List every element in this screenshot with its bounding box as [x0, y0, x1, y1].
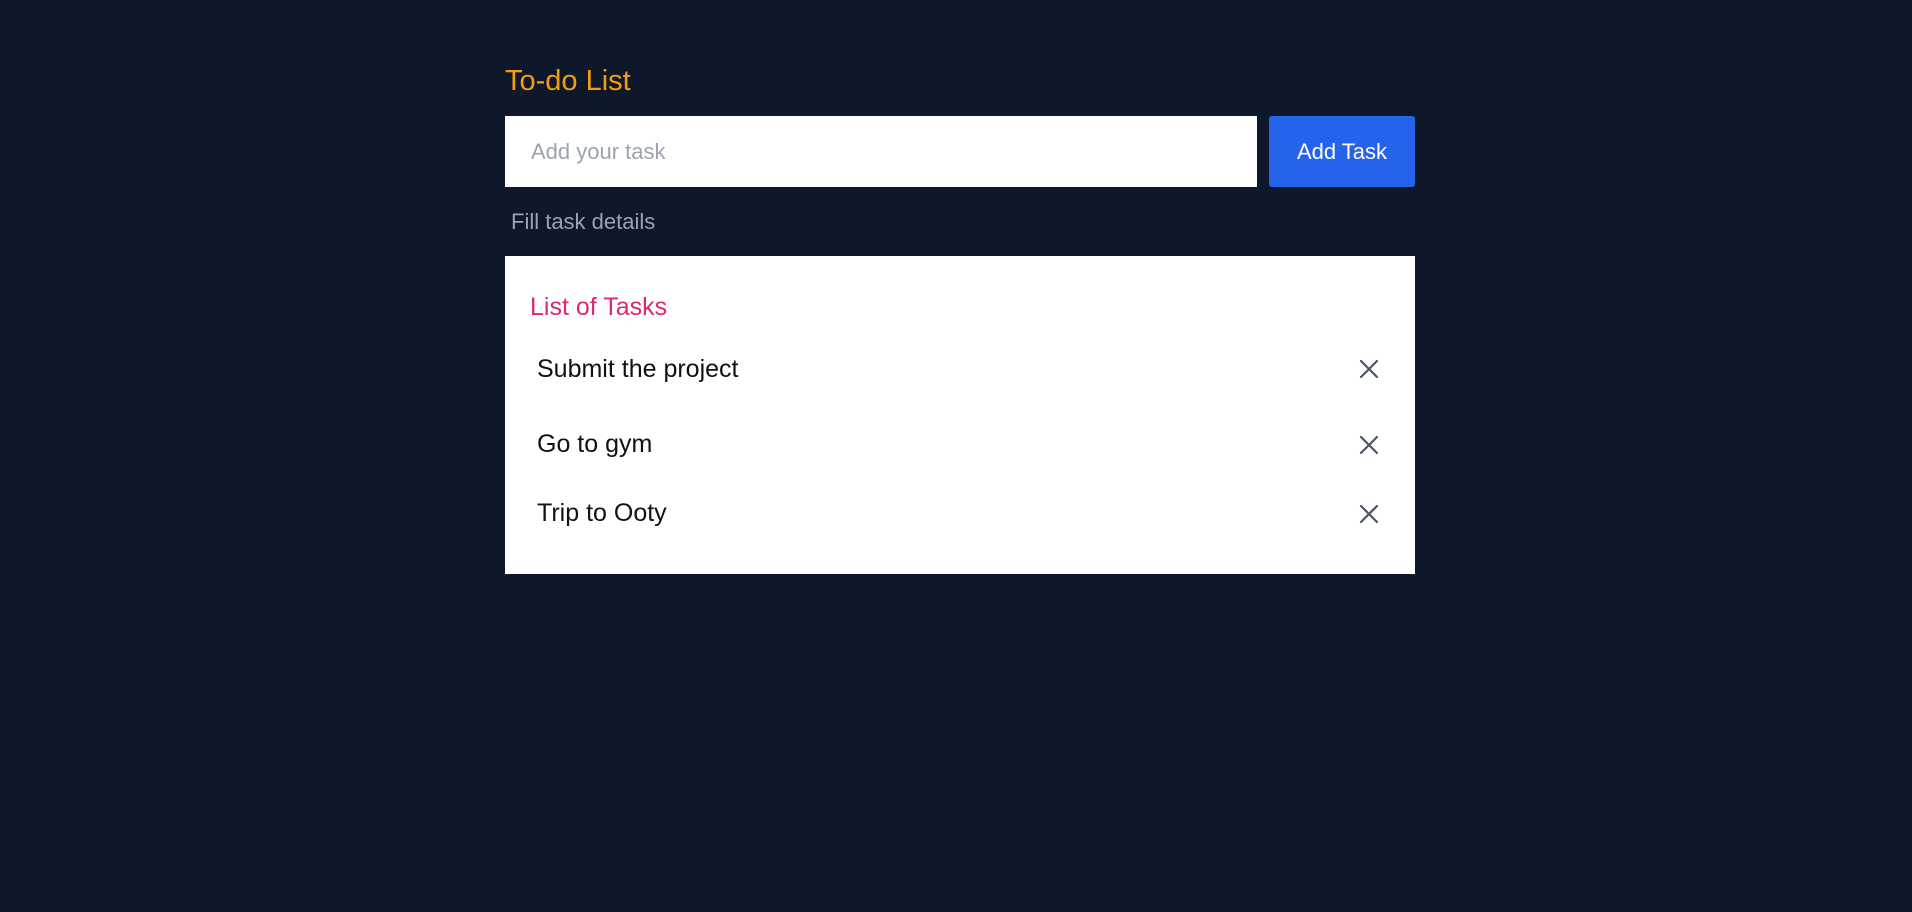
page-title: To-do List: [505, 65, 631, 97]
task-item: Submit the project: [530, 341, 1390, 397]
delete-task-button[interactable]: [1355, 355, 1383, 383]
task-item: Go to gym: [530, 410, 1390, 479]
task-list-card: List of Tasks Submit the project Go to g…: [505, 256, 1415, 574]
delete-task-button[interactable]: [1355, 431, 1383, 459]
task-item: Trip to Ooty: [530, 479, 1390, 548]
todo-app: To-do List Add Task Fill task details Li…: [505, 62, 1415, 574]
hint-text: Fill task details: [511, 209, 656, 234]
task-list: Submit the project Go to gym Trip to Oot…: [530, 341, 1390, 548]
delete-task-button[interactable]: [1355, 500, 1383, 528]
task-input-row: Add Task: [505, 116, 1415, 187]
task-text: Go to gym: [537, 430, 653, 458]
task-text: Trip to Ooty: [537, 499, 667, 527]
task-input[interactable]: [505, 116, 1257, 187]
task-text: Submit the project: [537, 354, 739, 383]
close-icon: [1359, 435, 1379, 454]
list-title: List of Tasks: [530, 293, 668, 321]
close-icon: [1359, 359, 1379, 379]
add-task-button[interactable]: Add Task: [1269, 116, 1415, 187]
close-icon: [1359, 504, 1379, 523]
